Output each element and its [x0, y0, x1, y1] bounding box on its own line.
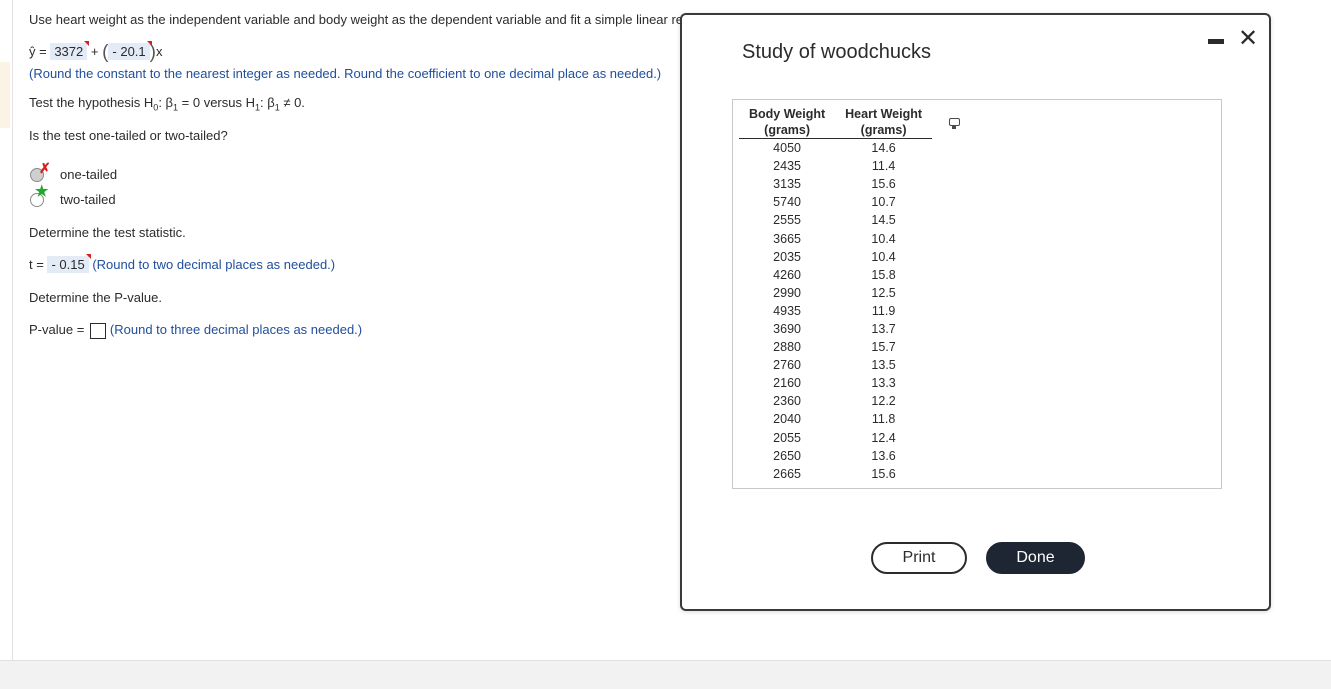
round-instruction: (Round the constant to the nearest integ… — [29, 66, 662, 81]
heart-weight-cell: 10.7 — [871, 195, 896, 210]
pvalue-row: P-value = (Round to three decimal places… — [29, 322, 363, 339]
hypothesis-statement: Test the hypothesis H0: β1 = 0 versus H1… — [29, 95, 305, 113]
heart-weight-cell: 15.6 — [871, 466, 896, 481]
heart-weight-cell: 11.9 — [871, 303, 896, 318]
table-row: 2360 12.2 — [739, 392, 932, 410]
heart-weight-cell: 14.5 — [871, 213, 896, 228]
heart-weight-cell: 13.3 — [871, 376, 896, 391]
option-label: one-tailed — [60, 167, 118, 182]
heart-weight-cell: 13.7 — [871, 321, 896, 336]
table-row: 2665 15.6 — [739, 465, 932, 483]
heart-weight-cell: 15.7 — [871, 340, 896, 355]
column-header-body-weight: Body Weight (grams) — [739, 106, 836, 139]
minimize-icon[interactable] — [1208, 39, 1224, 44]
print-button[interactable]: Print — [871, 542, 967, 574]
body-weight-cell: 2160 — [773, 376, 801, 391]
body-weight-cell: 3690 — [773, 321, 801, 336]
data-dialog: Study of woodchucks ✕ Body Weight (grams)… — [680, 13, 1271, 611]
option-one-tailed[interactable]: ✗ one-tailed — [30, 161, 118, 182]
heart-weight-cell: 13.6 — [871, 448, 896, 463]
correct-star-icon: ★ — [35, 182, 49, 200]
body-weight-cell: 2435 — [773, 159, 801, 174]
body-weight-cell: 2555 — [773, 213, 801, 228]
heart-weight-cell: 11.8 — [871, 412, 896, 427]
option-label: two-tailed — [60, 192, 116, 207]
table-row: 4935 11.9 — [739, 302, 932, 320]
heart-weight-cell: 15.6 — [871, 177, 896, 192]
heart-weight-cell: 10.4 — [871, 231, 896, 246]
heart-weight-cell: 12.5 — [871, 285, 896, 300]
table-row: 3690 13.7 — [739, 320, 932, 338]
test-stat-prompt: Determine the test statistic. — [29, 225, 186, 240]
table-row: 2880 15.7 — [739, 338, 932, 356]
radio-button[interactable]: ★ — [30, 184, 48, 207]
question-intro: Use heart weight as the independent vari… — [29, 12, 684, 27]
table-row: 2555 14.5 — [739, 211, 932, 229]
body-weight-cell: 5740 — [773, 195, 801, 210]
t-instruction: (Round to two decimal places as needed.) — [92, 257, 336, 272]
close-icon[interactable]: ✕ — [1238, 27, 1258, 51]
heart-weight-cell: 11.4 — [871, 159, 896, 174]
body-weight-cell: 4935 — [773, 303, 801, 318]
body-weight-cell: 2880 — [773, 340, 801, 355]
body-weight-cell: 2650 — [773, 448, 801, 463]
body-weight-cell: 2055 — [773, 430, 801, 445]
copy-to-clipboard-icon[interactable] — [949, 118, 960, 129]
body-weight-cell: 2665 — [773, 466, 801, 481]
body-weight-cell: 3665 — [773, 231, 801, 246]
pvalue-instruction: (Round to three decimal places as needed… — [109, 322, 363, 337]
heart-weight-cell: 12.4 — [871, 430, 896, 445]
table-row: 5740 10.7 — [739, 193, 932, 211]
heart-weight-cell: 14.6 — [871, 141, 896, 156]
dialog-title: Study of woodchucks — [742, 41, 931, 63]
heart-weight-cell: 13.5 — [871, 358, 896, 373]
heart-weight-cell: 15.8 — [871, 267, 896, 282]
incorrect-flag-icon — [146, 41, 152, 46]
body-weight-cell: 2040 — [773, 412, 801, 427]
body-weight-cell: 3135 — [773, 177, 801, 192]
table-row: 2160 13.3 — [739, 374, 932, 392]
heart-weight-cell: 12.2 — [871, 394, 896, 409]
table-row: 2990 12.5 — [739, 284, 932, 302]
incorrect-flag-icon — [84, 41, 90, 46]
data-table-panel: Body Weight (grams) Heart Weight (grams) 4… — [732, 99, 1222, 489]
table-row: 2435 11.4 — [739, 157, 932, 175]
table-row: 2055 12.4 — [739, 429, 932, 447]
regression-equation: ŷ = 3372 + ( - 20.1)x — [29, 41, 163, 63]
option-two-tailed[interactable]: ★ two-tailed — [30, 184, 116, 207]
body-weight-cell: 2035 — [773, 249, 801, 264]
table-row: 2760 13.5 — [739, 356, 932, 374]
question-part-highlight — [0, 62, 10, 128]
t-statistic-row: t = - 0.15 (Round to two decimal places … — [29, 254, 336, 273]
radio-button[interactable]: ✗ — [30, 161, 51, 182]
body-weight-cell: 2360 — [773, 394, 801, 409]
table-row: 3135 15.6 — [739, 175, 932, 193]
pvalue-input[interactable] — [89, 323, 106, 339]
table-row: 4050 14.6 — [739, 139, 932, 158]
body-weight-cell: 4260 — [773, 267, 801, 282]
bottom-toolbar — [0, 660, 1331, 689]
data-table: Body Weight (grams) Heart Weight (grams) 4… — [739, 106, 933, 483]
table-row: 4260 15.8 — [739, 266, 932, 284]
body-weight-cell: 2760 — [773, 358, 801, 373]
coefficient-answer[interactable]: - 20.1 — [108, 41, 152, 60]
constant-answer[interactable]: 3372 — [50, 41, 90, 60]
t-value-answer[interactable]: - 0.15 — [47, 254, 91, 273]
table-row: 2040 11.8 — [739, 410, 932, 428]
column-header-heart-weight: Heart Weight (grams) — [835, 106, 933, 139]
heart-weight-cell: 10.4 — [871, 249, 896, 264]
incorrect-flag-icon — [85, 254, 91, 259]
body-weight-cell: 2990 — [773, 285, 801, 300]
table-row: 2035 10.4 — [739, 248, 932, 266]
left-divider — [12, 0, 13, 660]
tail-question: Is the test one-tailed or two-tailed? — [29, 128, 228, 143]
table-row: 3665 10.4 — [739, 229, 932, 247]
body-weight-cell: 4050 — [773, 141, 801, 156]
done-button[interactable]: Done — [986, 542, 1085, 574]
pvalue-prompt: Determine the P-value. — [29, 290, 162, 305]
table-row: 2650 13.6 — [739, 447, 932, 465]
incorrect-x-icon: ✗ — [39, 159, 51, 176]
